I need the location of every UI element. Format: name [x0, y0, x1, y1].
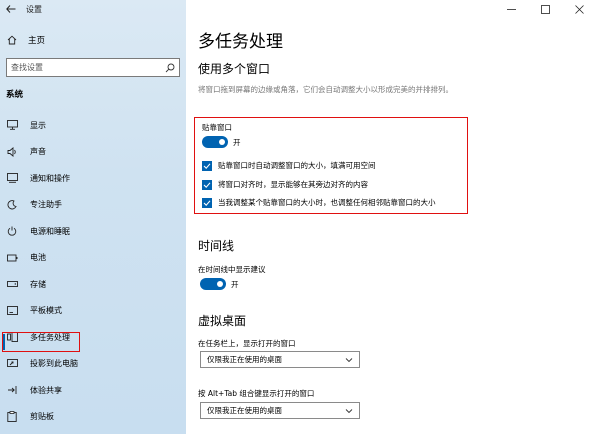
- taskbar-windows-dropdown[interactable]: 仅限我正在使用的桌面: [200, 351, 360, 368]
- back-arrow-icon: [6, 5, 16, 13]
- section-heading-timeline: 时间线: [198, 239, 235, 253]
- storage-icon: [6, 278, 18, 290]
- home-link[interactable]: 主页: [6, 31, 45, 49]
- taskbar-windows-label: 在任务栏上，显示打开的窗口: [198, 339, 296, 348]
- timeline-suggestions-toggle[interactable]: [200, 278, 226, 290]
- sidebar: 设置 主页 查找设置 系统 显示 声音 通知和操作 专注助手 电源和睡眠 电池 …: [0, 0, 186, 434]
- section-heading-virtual-desktops: 虚拟桌面: [198, 314, 247, 328]
- sidebar-item-label: 体验共享: [30, 385, 62, 395]
- highlight-box-multitasking: [2, 332, 80, 352]
- sidebar-item-label: 电池: [30, 253, 46, 263]
- section-heading-snap: 使用多个窗口: [198, 62, 271, 76]
- alttab-windows-dropdown[interactable]: 仅限我正在使用的桌面: [200, 402, 360, 419]
- back-button[interactable]: [0, 0, 22, 18]
- sidebar-item-label: 声音: [30, 147, 46, 157]
- project-icon: [6, 358, 18, 370]
- home-label: 主页: [28, 36, 46, 46]
- sidebar-item-project[interactable]: 投影到此电脑: [0, 351, 186, 378]
- sidebar-item-label: 专注助手: [30, 200, 62, 210]
- sidebar-item-storage[interactable]: 存储: [0, 271, 186, 298]
- maximize-button[interactable]: [528, 0, 562, 18]
- sidebar-item-tablet-mode[interactable]: 平板模式: [0, 298, 186, 325]
- window-title: 设置: [26, 4, 42, 14]
- sidebar-item-label: 通知和操作: [30, 173, 70, 183]
- battery-icon: [6, 252, 18, 264]
- power-icon: [6, 225, 18, 237]
- display-icon: [6, 119, 18, 131]
- timeline-toggle-label: 在时间线中显示建议: [198, 265, 266, 274]
- page-title: 多任务处理: [198, 32, 283, 52]
- sidebar-item-label: 投影到此电脑: [30, 359, 78, 369]
- dropdown-value: 仅限我正在使用的桌面: [207, 355, 282, 364]
- sidebar-item-shared-experiences[interactable]: 体验共享: [0, 377, 186, 404]
- sidebar-item-clipboard[interactable]: 剪贴板: [0, 404, 186, 431]
- timeline-toggle-state: 开: [231, 280, 239, 289]
- snap-description: 将窗口拖到屏幕的边缘或角落，它们会自动调整大小以形成完美的并排排列。: [198, 85, 453, 94]
- close-icon: [574, 4, 584, 14]
- window-controls: [494, 0, 596, 18]
- chevron-down-icon: [345, 357, 353, 362]
- chevron-down-icon: [345, 408, 353, 413]
- sound-icon: [6, 146, 18, 158]
- dropdown-value: 仅限我正在使用的桌面: [207, 406, 282, 415]
- home-icon: [6, 35, 18, 45]
- sidebar-item-power[interactable]: 电源和睡眠: [0, 218, 186, 245]
- section-label-system: 系统: [6, 90, 24, 100]
- sidebar-item-label: 存储: [30, 279, 46, 289]
- sidebar-item-focus-assist[interactable]: 专注助手: [0, 192, 186, 219]
- sidebar-item-label: 显示: [30, 120, 46, 130]
- sidebar-item-label: 平板模式: [30, 306, 62, 316]
- focus-assist-icon: [6, 199, 18, 211]
- toggle-knob: [217, 281, 223, 287]
- highlight-box-snap-windows: [194, 117, 468, 214]
- alttab-windows-label: 按 Alt+Tab 组合键显示打开的窗口: [198, 389, 315, 398]
- sidebar-item-label: 剪贴板: [30, 412, 54, 422]
- sidebar-item-display[interactable]: 显示: [0, 112, 186, 139]
- search-icon: [165, 63, 175, 72]
- shared-experiences-icon: [6, 384, 18, 396]
- search-input[interactable]: 查找设置: [6, 58, 180, 77]
- sidebar-item-sound[interactable]: 声音: [0, 139, 186, 166]
- clipboard-icon: [6, 411, 18, 423]
- search-placeholder: 查找设置: [11, 63, 43, 72]
- close-button[interactable]: [562, 0, 596, 18]
- sidebar-item-notifications[interactable]: 通知和操作: [0, 165, 186, 192]
- title-bar: 设置: [0, 0, 186, 18]
- minimize-icon: [506, 8, 516, 10]
- sidebar-nav: 显示 声音 通知和操作 专注助手 电源和睡眠 电池 存储 平板模式 多任务处理 …: [0, 112, 186, 430]
- sidebar-item-label: 电源和睡眠: [30, 226, 70, 236]
- minimize-button[interactable]: [494, 0, 528, 18]
- notification-icon: [6, 172, 18, 184]
- maximize-icon: [540, 4, 550, 14]
- tablet-icon: [6, 305, 18, 317]
- sidebar-item-battery[interactable]: 电池: [0, 245, 186, 272]
